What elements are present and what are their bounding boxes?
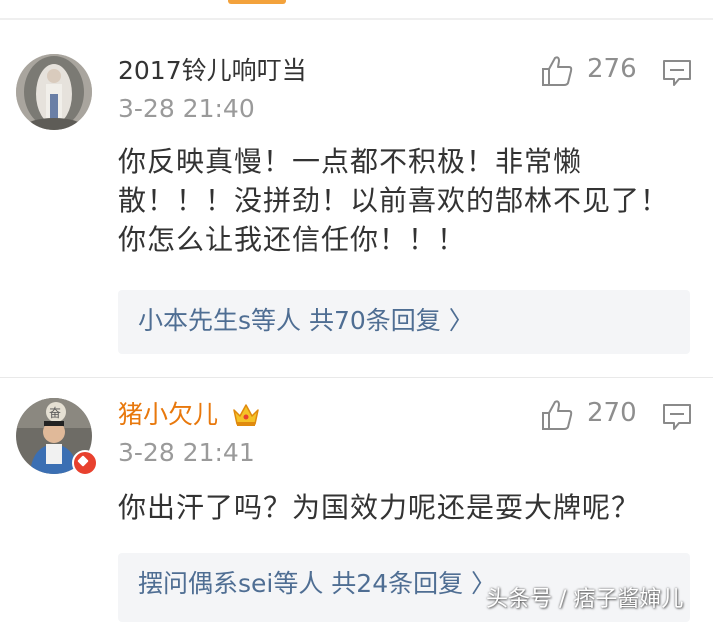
comment-text: 你反映真慢！一点都不积极！非常懒 散！！！没拼劲！以前喜欢的郜林不见了！ 你怎么…: [118, 142, 669, 259]
comment-line: 散！！！没拼劲！以前喜欢的郜林不见了！: [118, 184, 670, 217]
comment-bubble-icon[interactable]: [662, 58, 692, 88]
previous-button-edge: [228, 0, 286, 4]
username[interactable]: 2017铃儿响叮当: [118, 56, 307, 86]
thumbs-up-icon[interactable]: [540, 398, 574, 432]
comment-text: 你出汗了吗？为国效力呢还是耍大牌呢？: [118, 488, 640, 527]
replies-summary-link[interactable]: 摆问偶系sei等人 共24条回复 〉: [138, 569, 496, 599]
replies-summary-link[interactable]: 小本先生s等人 共70条回复 〉: [138, 306, 474, 336]
crown-badge-icon: [233, 404, 259, 426]
thumbs-up-icon[interactable]: [540, 54, 574, 88]
divider: [0, 18, 713, 20]
like-count: 270: [587, 398, 637, 428]
avatar[interactable]: [16, 54, 92, 130]
timestamp: 3-28 21:40: [118, 94, 255, 123]
top-strip: [0, 0, 713, 12]
timestamp: 3-28 21:41: [118, 438, 255, 467]
username[interactable]: 猪小欠儿: [118, 400, 218, 430]
comment-line: 你出汗了吗？为国效力呢还是耍大牌呢？: [118, 491, 641, 524]
comment-line: 你反映真慢！一点都不积极！非常懒: [118, 145, 583, 178]
svg-text:奋: 奋: [49, 406, 61, 420]
comment-line: 你怎么让我还信任你！！！: [118, 223, 467, 256]
watermark: 头条号 / 痞子酱婶儿: [486, 587, 684, 612]
verified-badge-icon: [72, 450, 98, 476]
replies-summary-box[interactable]: 小本先生s等人 共70条回复 〉: [118, 290, 690, 354]
like-count: 276: [587, 54, 637, 84]
divider: [0, 377, 713, 378]
comment-bubble-icon[interactable]: [662, 402, 692, 432]
